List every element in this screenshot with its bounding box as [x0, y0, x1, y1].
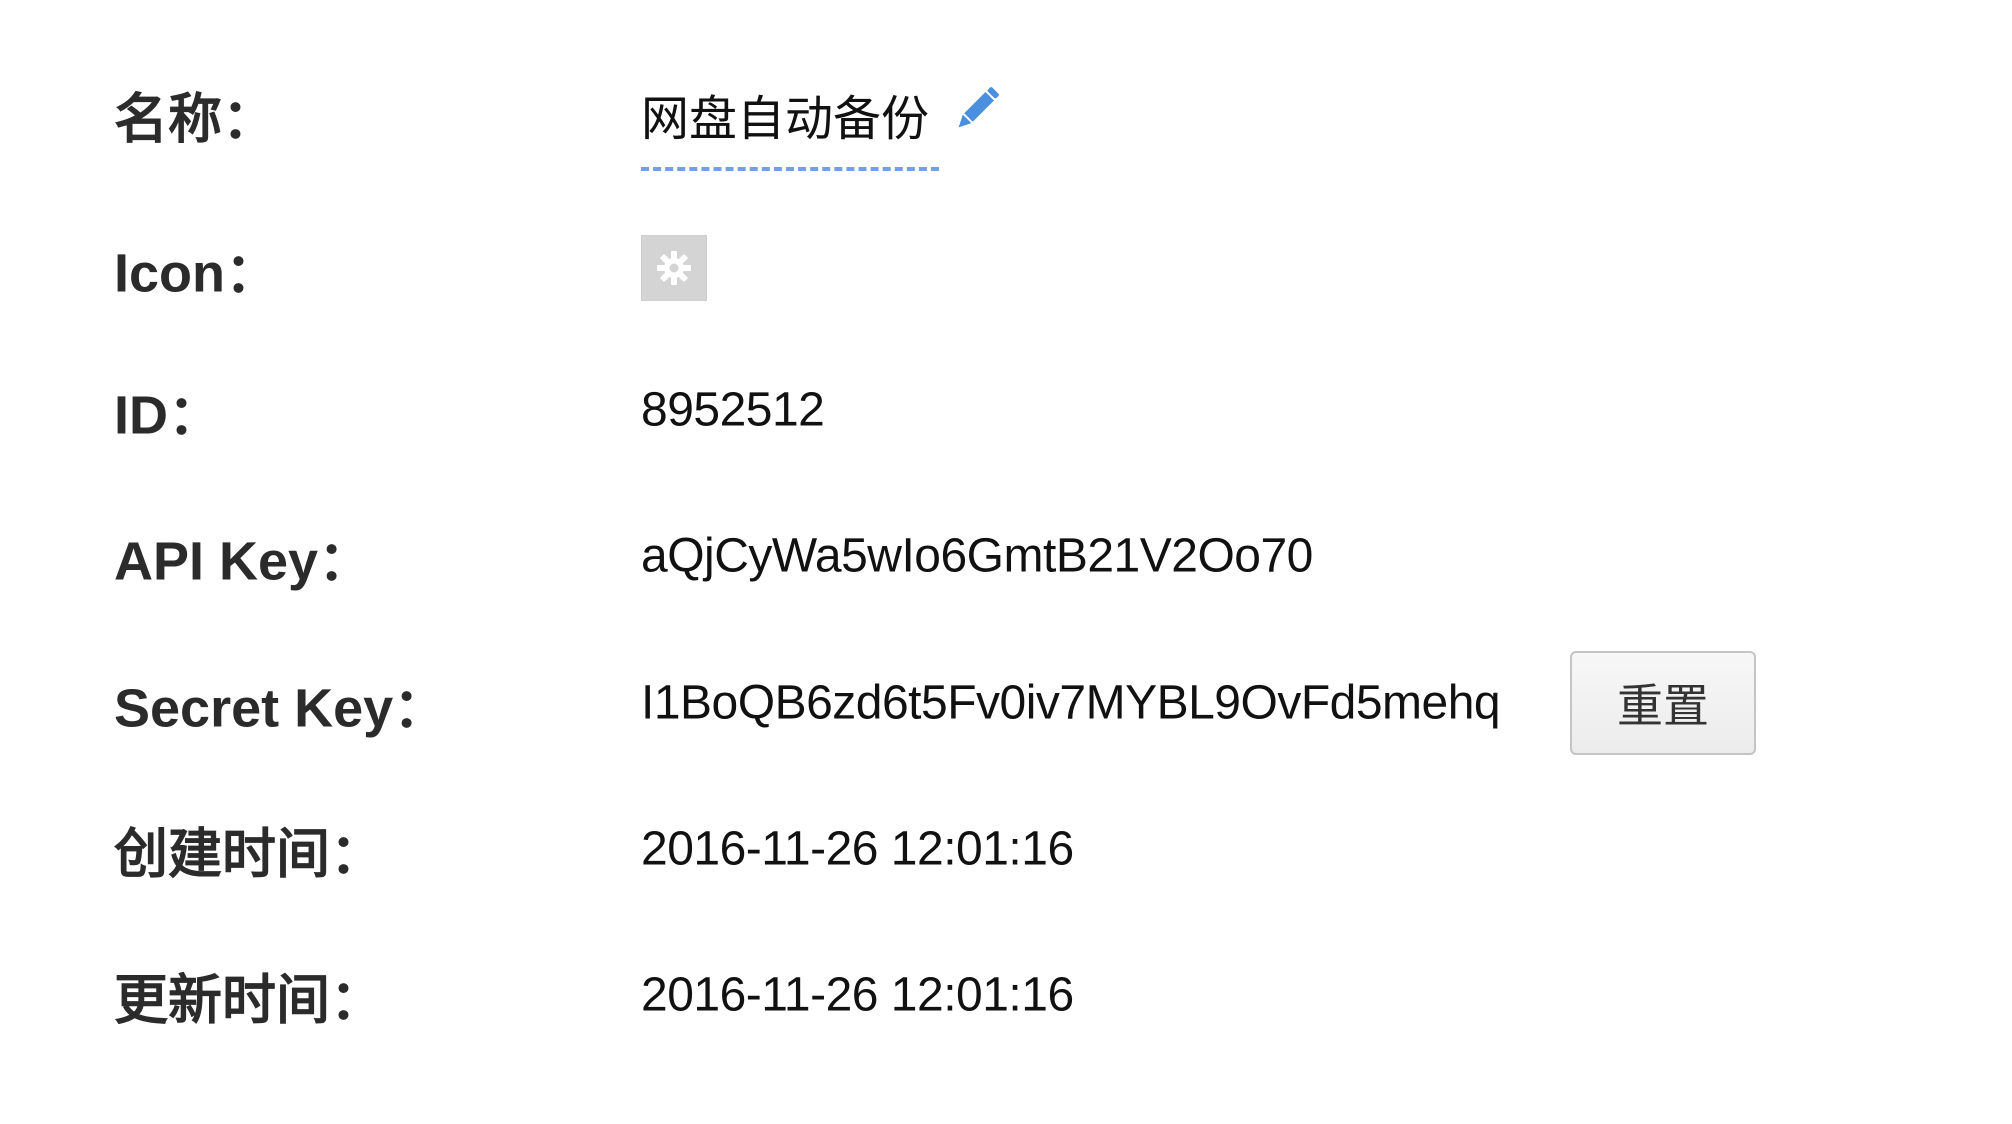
- secret-key-label: Secret Key：: [114, 678, 448, 739]
- secret-key-value: I1BoQB6zd6t5Fv0iv7MYBL9OvFd5mehq: [641, 676, 1501, 730]
- updated-time-value: 2016-11-26 12:01:16: [641, 968, 1074, 1022]
- id-label: ID：: [114, 385, 222, 446]
- pencil-edit-icon[interactable]: [945, 77, 1009, 141]
- name-editable[interactable]: 网盘自动备份: [641, 57, 1009, 171]
- created-time-value: 2016-11-26 12:01:16: [641, 822, 1074, 876]
- name-row: 名称： 网盘自动备份: [0, 54, 2012, 174]
- icon-label: Icon：: [114, 243, 280, 304]
- created-time-label: 创建时间：: [114, 824, 384, 885]
- name-label: 名称：: [114, 89, 276, 150]
- api-key-value: aQjCyWa5wIo6GmtB21V2Oo70: [641, 529, 1313, 583]
- secret-key-row: Secret Key： I1BoQB6zd6t5Fv0iv7MYBL9OvFd5…: [0, 643, 2012, 763]
- id-value: 8952512: [641, 383, 825, 437]
- app-name-value[interactable]: 网盘自动备份: [641, 79, 940, 171]
- icon-row: Icon：: [0, 208, 2012, 328]
- updated-time-label: 更新时间：: [114, 970, 384, 1031]
- reset-secret-key-button[interactable]: 重置: [1570, 651, 1756, 755]
- created-time-row: 创建时间： 2016-11-26 12:01:16: [0, 789, 2012, 909]
- updated-time-row: 更新时间： 2016-11-26 12:01:16: [0, 935, 2012, 1055]
- gear-icon: [657, 251, 691, 285]
- app-icon-thumbnail[interactable]: [641, 235, 707, 301]
- api-key-row: API Key： aQjCyWa5wIo6GmtB21V2Oo70: [0, 496, 2012, 616]
- id-row: ID： 8952512: [0, 350, 2012, 470]
- api-key-label: API Key：: [114, 531, 373, 592]
